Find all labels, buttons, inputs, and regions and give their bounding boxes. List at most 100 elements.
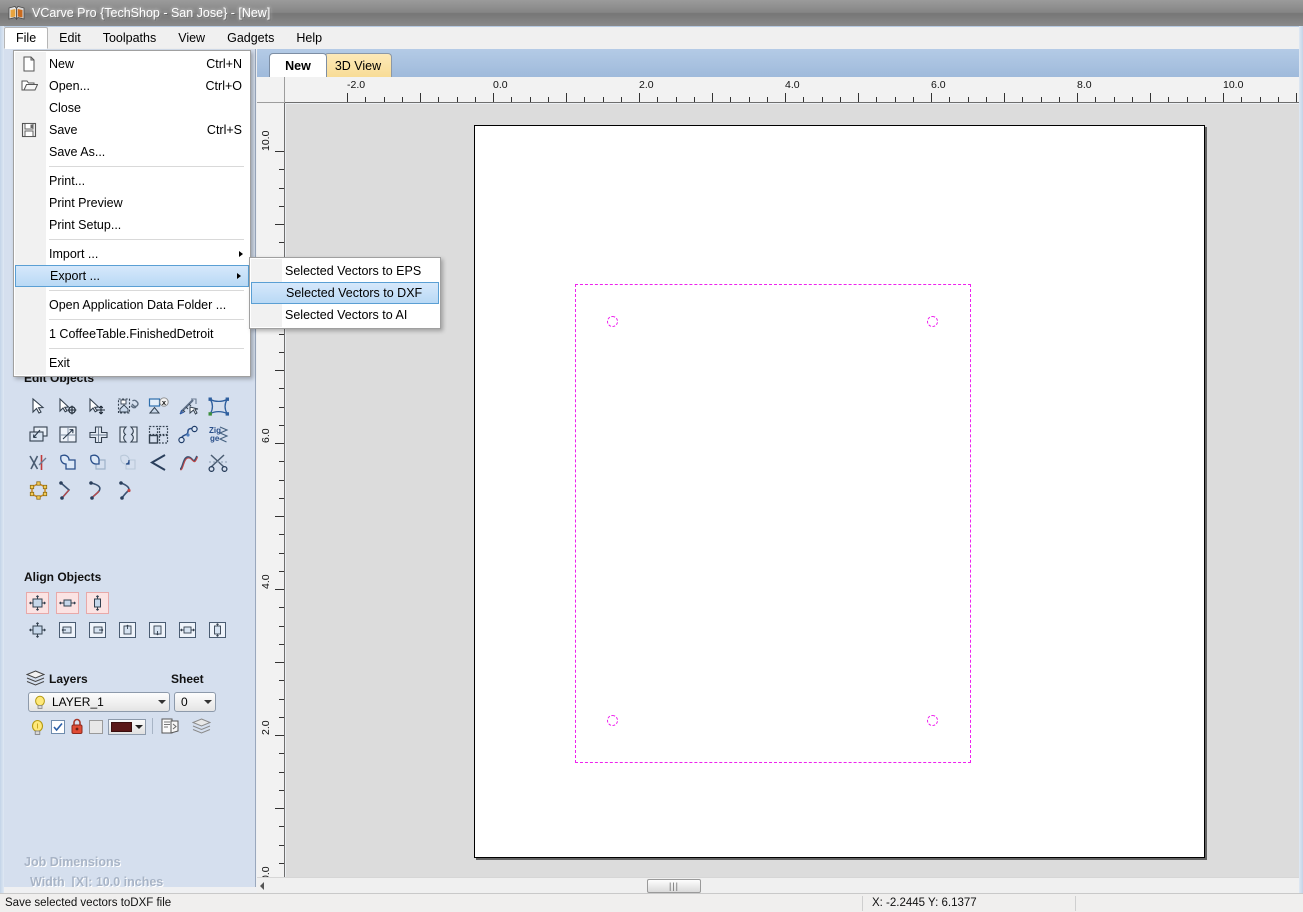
menu-item-close[interactable]: Close <box>14 97 250 119</box>
fit-vectors-icon[interactable] <box>116 422 141 447</box>
nest-icon[interactable] <box>146 422 171 447</box>
fillet-corner-icon[interactable] <box>146 450 171 475</box>
open-folder-icon <box>21 78 38 94</box>
polygon-node-icon[interactable] <box>26 478 51 503</box>
scroll-left-arrow-icon[interactable] <box>260 882 264 890</box>
trim-vectors-icon[interactable] <box>26 450 51 475</box>
weld-subtract-icon[interactable] <box>86 450 111 475</box>
node-edit-arrow-icon[interactable] <box>56 394 81 419</box>
zigzag-text-icon[interactable]: Zig ge <box>206 422 231 447</box>
status-bar: Save selected vectors toDXF file X: -2.2… <box>0 893 1303 912</box>
weld-union-icon[interactable] <box>56 450 81 475</box>
select-arrow-icon[interactable] <box>26 394 51 419</box>
menu-edit[interactable]: Edit <box>48 27 92 49</box>
v-tick-label: 10.0 <box>260 130 272 151</box>
insert-line-icon[interactable] <box>56 478 81 503</box>
scissors-cut-icon[interactable] <box>206 450 231 475</box>
menu-item-new[interactable]: New Ctrl+N <box>14 53 250 75</box>
menu-file-label: File <box>16 31 37 45</box>
layer-visibility-toggle[interactable] <box>30 719 45 736</box>
layers-title: Layers <box>49 672 88 686</box>
insert-arc-icon[interactable] <box>116 478 141 503</box>
submenu-item-eps[interactable]: Selected Vectors to EPS <box>250 260 440 282</box>
menu-item-export[interactable]: Export ... <box>15 265 249 287</box>
menu-view[interactable]: View <box>167 27 216 49</box>
offset-icon[interactable] <box>26 422 51 447</box>
vector-circle-top-right[interactable] <box>927 316 938 327</box>
menu-file[interactable]: File <box>4 27 49 49</box>
node-curve-icon[interactable] <box>176 422 201 447</box>
move-arrow-icon[interactable] <box>86 394 111 419</box>
align-top-icon[interactable] <box>116 619 139 641</box>
menu-item-save[interactable]: Save Ctrl+S <box>14 119 250 141</box>
menu-item-label: Import ... <box>49 247 99 261</box>
vector-circle-top-left[interactable] <box>607 316 618 327</box>
drawing-surface[interactable] <box>286 104 1299 887</box>
align-left-icon[interactable] <box>56 619 79 641</box>
ruler-tick <box>275 370 284 371</box>
menu-item-import[interactable]: Import ... <box>14 243 250 265</box>
selection-bounding-box[interactable] <box>575 284 971 763</box>
sheet-select-combo[interactable]: 0 <box>174 692 216 712</box>
close-vector-icon[interactable]: x <box>146 394 171 419</box>
sheet-select-value: 0 <box>181 695 188 709</box>
window-title: VCarve Pro {TechShop - San Jose} - [New] <box>32 6 271 20</box>
layer-properties-icon[interactable] <box>161 718 179 735</box>
curve-fit-icon[interactable] <box>176 450 201 475</box>
menu-gadgets[interactable]: Gadgets <box>216 27 285 49</box>
menu-item-label: Exit <box>49 356 70 370</box>
ruler-tick <box>712 93 713 102</box>
layer-color-swatch-button[interactable] <box>108 719 146 735</box>
align-center-h-icon[interactable] <box>176 619 199 641</box>
submenu-item-ai[interactable]: Selected Vectors to AI <box>250 304 440 326</box>
align-center-horizontal-icon[interactable] <box>56 592 79 614</box>
vector-circle-bottom-left[interactable] <box>607 715 618 726</box>
mirror-icon[interactable] <box>86 422 111 447</box>
scrollbar-thumb[interactable]: ||| <box>647 879 701 893</box>
menu-item-exit[interactable]: Exit <box>14 352 250 374</box>
layer-fill-checkbox[interactable] <box>89 720 103 734</box>
tab-new[interactable]: New <box>269 53 327 77</box>
menu-item-print-setup[interactable]: Print Setup... <box>14 214 250 236</box>
align-page-center-icon[interactable] <box>26 619 49 641</box>
insert-bezier-icon[interactable] <box>86 478 111 503</box>
ruler-tick <box>279 717 284 718</box>
menu-item-open-app-data-folder[interactable]: Open Application Data Folder ... <box>14 294 250 316</box>
menu-help[interactable]: Help <box>285 27 333 49</box>
ruler-tick <box>279 498 284 499</box>
ruler-tick <box>420 93 421 102</box>
canvas-horizontal-scrollbar[interactable]: ||| <box>257 877 1299 894</box>
chevron-down-icon <box>158 700 166 704</box>
menu-item-print-preview[interactable]: Print Preview <box>14 192 250 214</box>
window-right-border <box>1299 26 1303 912</box>
padlock-locked-icon[interactable] <box>70 718 84 735</box>
layer-select-checkbox[interactable] <box>51 720 65 734</box>
align-right-icon[interactable] <box>86 619 109 641</box>
distort-object-icon[interactable] <box>206 394 231 419</box>
ruler-tick <box>876 97 877 102</box>
vector-circle-bottom-right[interactable] <box>927 715 938 726</box>
measure-icon[interactable] <box>176 394 201 419</box>
menu-item-open[interactable]: Open... Ctrl+O <box>14 75 250 97</box>
merge-layers-icon[interactable] <box>192 718 211 735</box>
ruler-tick <box>384 97 385 102</box>
menu-item-save-as[interactable]: Save As... <box>14 141 250 163</box>
align-center-both-icon[interactable] <box>26 592 49 614</box>
menu-item-label: Print Preview <box>49 196 123 210</box>
layer-select-combo[interactable]: LAYER_1 <box>28 692 170 712</box>
ruler-tick <box>566 93 567 102</box>
tab-3d-view[interactable]: 3D View <box>324 53 392 77</box>
menu-item-recent-file[interactable]: 1 CoffeeTable.FinishedDetroit <box>14 323 250 345</box>
menu-toolpaths[interactable]: Toolpaths <box>92 27 168 49</box>
join-vectors-icon[interactable] <box>116 394 141 419</box>
align-center-v-icon[interactable] <box>206 619 229 641</box>
menu-item-print[interactable]: Print... <box>14 170 250 192</box>
align-center-vertical-icon[interactable] <box>86 592 109 614</box>
weld-intersect-icon[interactable] <box>116 450 141 475</box>
submenu-item-dxf[interactable]: Selected Vectors to DXF <box>251 282 439 304</box>
align-bottom-icon[interactable] <box>146 619 169 641</box>
layers-stack-icon <box>26 670 45 687</box>
array-copy-icon[interactable] <box>56 422 81 447</box>
ruler-tick <box>1278 97 1279 102</box>
ruler-tick <box>279 644 284 645</box>
